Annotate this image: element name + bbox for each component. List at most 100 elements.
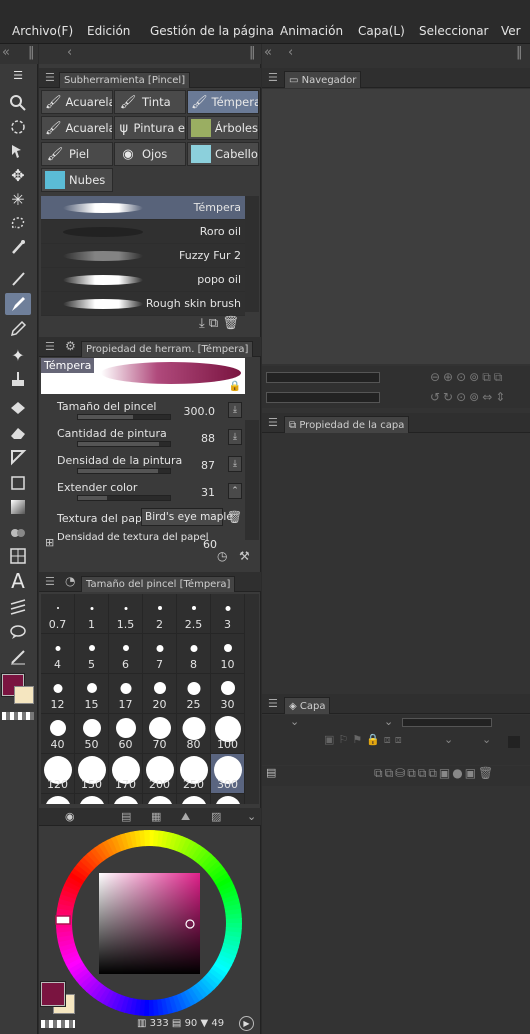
brush-size-cell[interactable]: 80 — [177, 714, 211, 754]
brush-size-cell[interactable]: 7 — [143, 634, 177, 674]
texture-density-value[interactable]: 60 — [203, 538, 217, 551]
lasso-select-icon[interactable] — [5, 212, 31, 234]
ruler-icon[interactable] — [5, 596, 31, 618]
subtool-button[interactable]: ψ Pintura e — [114, 116, 186, 140]
property-value[interactable]: 87 — [201, 459, 215, 472]
object-icon[interactable] — [5, 140, 31, 162]
panel-menu-icon[interactable]: ☰ — [268, 71, 278, 84]
brush-size-cell[interactable]: 60 — [109, 714, 143, 754]
subtool-button[interactable]: Árboles — [187, 116, 259, 140]
property-slider[interactable] — [77, 495, 171, 501]
brush-list-item[interactable]: popo oil — [41, 268, 245, 292]
text-icon[interactable]: A — [5, 569, 31, 593]
layer-property-tab[interactable]: ⧉ Propiedad de la capa — [284, 416, 410, 433]
trash-icon[interactable]: 🗑 — [222, 316, 239, 331]
collapse-left-icon[interactable]: ‹ — [67, 45, 72, 60]
pressure-settings-icon[interactable]: ⤓ — [228, 429, 242, 445]
color-slider-tab-icon[interactable]: ▤ — [121, 810, 131, 823]
toolbox-menu-icon[interactable]: ☰ — [5, 66, 31, 84]
brush-size-cell[interactable] — [177, 794, 211, 804]
subtool-button[interactable]: Nubes — [41, 168, 113, 192]
brush-size-cell[interactable]: 300 — [211, 754, 245, 794]
magic-wand-icon[interactable]: ✳ — [5, 188, 31, 210]
subtool-button[interactable]: 🖌 Acuarela — [41, 90, 113, 114]
property-slider[interactable] — [77, 468, 171, 474]
brush-list-item[interactable]: Roro oil — [41, 220, 245, 244]
brush-size-cell[interactable]: 25 — [177, 674, 211, 714]
panel-menu-icon[interactable]: ☰ — [45, 340, 55, 353]
gradient-icon[interactable] — [5, 496, 31, 518]
brush-size-cell[interactable]: 100 — [211, 714, 245, 754]
chevron-down-icon[interactable]: ⌄ — [444, 733, 453, 746]
trash-icon[interactable]: 🗑 — [227, 510, 242, 524]
layer-tab[interactable]: ◈ Capa — [284, 697, 331, 714]
frame-border-icon[interactable] — [5, 545, 31, 567]
brush-size-cell[interactable]: 12 — [41, 674, 75, 714]
pressure-settings-icon[interactable]: ⤓ — [228, 402, 242, 418]
mode-toggle-icon[interactable]: ▶ — [239, 1016, 254, 1031]
color-set-tab-icon[interactable]: ▦ — [151, 810, 161, 823]
brush-size-cell[interactable]: 2 — [143, 594, 177, 634]
brush-size-cell[interactable]: 120 — [41, 754, 75, 794]
brush-size-cell[interactable]: 6 — [109, 634, 143, 674]
duplicate-icon[interactable]: ⧉ — [209, 316, 218, 331]
stepper-icon[interactable]: ⌃ — [228, 483, 242, 499]
airbrush-icon[interactable]: ✦ — [5, 344, 31, 366]
layer-list-menu-icon[interactable]: ▤ — [266, 766, 276, 779]
pressure-settings-icon[interactable]: ⤓ — [228, 456, 242, 472]
property-value[interactable]: 300.0 — [184, 405, 216, 418]
new-layer-buttons[interactable]: ⧉⧉⛁⧉⧉⧉▣●▣🗑 — [374, 766, 495, 781]
zoom-icon[interactable] — [5, 92, 31, 114]
brush-size-cell[interactable]: 3 — [211, 594, 245, 634]
tool-property-title[interactable]: Propiedad de herram. [Témpera] — [81, 341, 254, 357]
pen-icon[interactable] — [5, 268, 31, 290]
fill-icon[interactable] — [5, 398, 31, 420]
property-slider[interactable] — [77, 414, 171, 420]
brush-size-cell[interactable]: 0.7 — [41, 594, 75, 634]
subtool-button[interactable]: Cabello — [187, 142, 259, 166]
zoom-slider[interactable] — [266, 372, 380, 383]
brush-size-cell[interactable]: 30 — [211, 674, 245, 714]
eraser-icon[interactable] — [5, 422, 31, 444]
brush-size-cell[interactable] — [211, 794, 245, 804]
figure-icon[interactable] — [5, 472, 31, 494]
subtool-button[interactable]: 🖌 Piel — [41, 142, 113, 166]
move-icon[interactable]: ✥ — [5, 164, 31, 186]
blend-icon[interactable] — [5, 520, 31, 542]
subtool-button[interactable]: 🖌 Témpera — [187, 90, 259, 114]
layer-color-icon[interactable] — [508, 736, 520, 748]
brush-list-item[interactable]: Fuzzy Fur 2 — [41, 244, 245, 268]
panel-menu-icon[interactable]: ☰ — [268, 416, 278, 429]
navigator-canvas[interactable] — [262, 89, 530, 364]
brush-size-cell[interactable]: 40 — [41, 714, 75, 754]
chevron-down-icon[interactable]: ⌄ — [482, 733, 491, 746]
tool-property-scrollbar[interactable] — [245, 420, 259, 540]
transparent-color-swatch[interactable] — [41, 1020, 75, 1028]
property-slider[interactable] — [77, 441, 171, 447]
subtool-button[interactable]: ◉ Ojos — [114, 142, 186, 166]
menu-edicion[interactable]: Edición — [87, 24, 130, 38]
layer-list[interactable] — [262, 788, 530, 1034]
balloon-icon[interactable] — [5, 621, 31, 643]
property-value[interactable]: 31 — [201, 486, 215, 499]
brush-size-cell[interactable] — [109, 794, 143, 804]
menu-capa[interactable]: Capa(L) — [358, 24, 405, 38]
brush-size-cell[interactable] — [41, 794, 75, 804]
brush-size-cell[interactable]: 10 — [211, 634, 245, 674]
brush-size-cell[interactable]: 17 — [109, 674, 143, 714]
brush-list-scrollbar[interactable] — [245, 196, 259, 312]
menu-animacion[interactable]: Animación — [280, 24, 343, 38]
brush-size-cell[interactable]: 2.5 — [177, 594, 211, 634]
panel-menu-icon[interactable]: ☰ — [45, 575, 55, 588]
chevron-down-icon[interactable]: ⌄ — [384, 715, 393, 728]
lock-icon[interactable]: 🔒 — [229, 381, 241, 392]
brush-size-cell[interactable]: 20 — [143, 674, 177, 714]
brush-size-cell[interactable]: 1.5 — [109, 594, 143, 634]
subtool-button[interactable]: 🖌 Acuarela — [41, 116, 113, 140]
brush-size-cell[interactable]: 50 — [75, 714, 109, 754]
reset-icon[interactable]: ◷ — [217, 549, 227, 563]
menu-ver[interactable]: Ver — [501, 24, 521, 38]
brush-size-cell[interactable]: 5 — [75, 634, 109, 674]
panel-menu-icon[interactable]: ☰ — [268, 697, 278, 710]
blend-mode-chevron-icon[interactable]: ⌄ — [290, 715, 299, 728]
